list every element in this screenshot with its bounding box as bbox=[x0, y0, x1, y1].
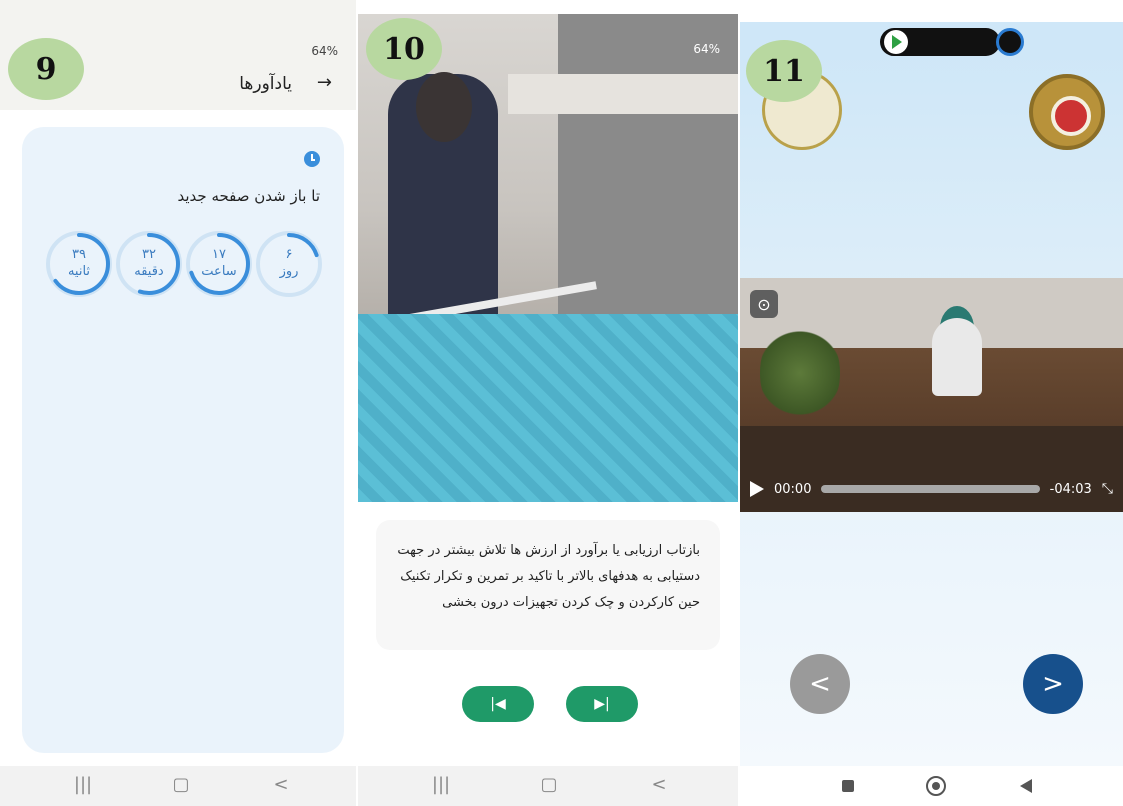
countdown-title: تا باز شدن صفحه جدید bbox=[177, 187, 320, 205]
settings-icon[interactable]: ⊙ bbox=[750, 290, 778, 318]
training-photo: 64% bbox=[358, 14, 738, 502]
previous-button[interactable]: < bbox=[790, 654, 850, 714]
slide-text-card: بازتاب ارزیابی یا برآورد از ارزش ها تلاش… bbox=[376, 520, 720, 650]
nurse-head bbox=[416, 72, 472, 142]
video-controls: 00:00 -04:03 ⤡ bbox=[740, 466, 1123, 512]
recent-apps-button[interactable] bbox=[842, 780, 854, 792]
reminders-screen: 64% یادآورها → 9 تا باز شدن صفحه جدید ۳۹… bbox=[0, 0, 356, 806]
system-nav-bar: ||| ▢ < bbox=[358, 766, 738, 806]
countdown-hours: ۱۷ ساعت bbox=[186, 231, 252, 297]
shield-icon bbox=[996, 28, 1024, 56]
current-time: 00:00 bbox=[774, 481, 812, 497]
battery-status: 64% bbox=[311, 44, 338, 58]
training-slide-screen: 64% 10 بازتاب ارزیابی یا برآورد از ارزش … bbox=[358, 0, 738, 806]
step-badge: 11 bbox=[746, 40, 822, 102]
countdown: ۳۹ ثانیه ۳۲ دقیقه ۱۷ ساعت ۶ روز bbox=[46, 231, 322, 297]
remaining-time: -04:03 bbox=[1049, 481, 1092, 497]
system-nav-bar: ||| ▢ < bbox=[0, 766, 356, 806]
recent-apps-button[interactable]: ||| bbox=[72, 774, 94, 796]
back-button[interactable] bbox=[1020, 779, 1032, 793]
battery-status: 64% bbox=[693, 42, 720, 56]
countdown-minutes: ۳۲ دقیقه bbox=[116, 231, 182, 297]
media-island[interactable] bbox=[880, 28, 1000, 56]
video-lesson-screen: 11 ⊙ 00:00 -04:03 ⤡ < > bbox=[740, 0, 1123, 806]
home-button[interactable]: ▢ bbox=[170, 774, 192, 796]
speaker-figure bbox=[932, 318, 982, 396]
army-medical-logo bbox=[1029, 74, 1105, 150]
wall-panel bbox=[558, 14, 738, 314]
slide-text: بازتاب ارزیابی یا برآورد از ارزش ها تلاش… bbox=[397, 543, 700, 610]
seek-bar[interactable] bbox=[821, 485, 1040, 493]
medical-gas-panel bbox=[508, 74, 738, 114]
play-icon[interactable] bbox=[750, 481, 764, 497]
countdown-seconds: ۳۹ ثانیه bbox=[46, 231, 112, 297]
step-badge: 10 bbox=[366, 18, 442, 80]
video-player[interactable]: ⊙ 00:00 -04:03 ⤡ bbox=[740, 278, 1123, 512]
step-badge: 9 bbox=[8, 38, 84, 100]
progress-arc bbox=[118, 233, 180, 295]
play-store-icon bbox=[884, 30, 908, 54]
hospital-bed bbox=[358, 314, 738, 502]
page-title: یادآورها bbox=[239, 74, 292, 94]
fullscreen-icon[interactable]: ⤡ bbox=[1102, 481, 1113, 497]
system-nav-bar bbox=[740, 766, 1123, 806]
countdown-days: ۶ روز bbox=[256, 231, 322, 297]
plant bbox=[760, 318, 840, 428]
progress-arc bbox=[188, 233, 250, 295]
clock-icon bbox=[304, 151, 320, 167]
previous-slide-button[interactable]: |◀ bbox=[462, 686, 534, 722]
home-button[interactable] bbox=[926, 776, 946, 796]
next-slide-button[interactable]: ▶| bbox=[566, 686, 638, 722]
progress-arc bbox=[48, 233, 110, 295]
back-button[interactable]: < bbox=[648, 774, 670, 796]
recent-apps-button[interactable]: ||| bbox=[430, 774, 452, 796]
next-button[interactable]: > bbox=[1023, 654, 1083, 714]
back-button[interactable]: < bbox=[270, 774, 292, 796]
home-button[interactable]: ▢ bbox=[538, 774, 560, 796]
progress-arc bbox=[258, 233, 320, 295]
countdown-card: تا باز شدن صفحه جدید ۳۹ ثانیه ۳۲ دقیقه ۱… bbox=[22, 127, 344, 753]
back-arrow-icon[interactable]: → bbox=[317, 72, 332, 93]
